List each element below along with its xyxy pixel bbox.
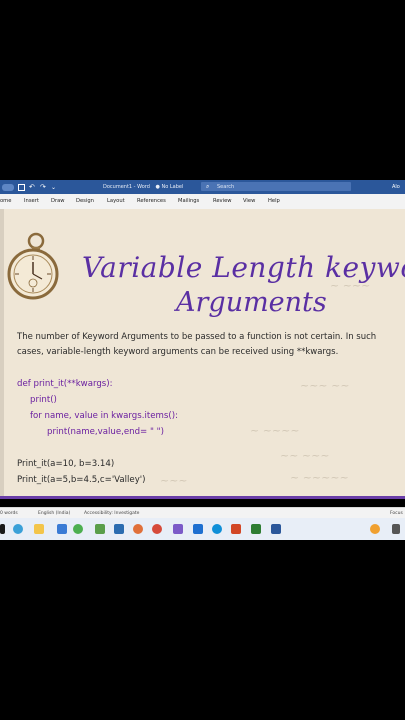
code-line: def print_it(**kwargs): [17, 379, 113, 389]
customize-toolbar-icon[interactable]: ⌄ [51, 184, 58, 191]
pocket-watch-icon [7, 232, 59, 300]
user-name[interactable]: Alo [392, 184, 400, 190]
background-script: ~~~ [160, 474, 188, 487]
accessibility-status[interactable]: Accessibility: Investigate [84, 511, 139, 516]
document-title: Document1 - Word ● No Label [103, 184, 184, 190]
code-call-line: Print_it(a=10, b=3.14) [17, 459, 115, 469]
copilot-icon[interactable] [13, 524, 23, 534]
edge-icon[interactable] [212, 524, 222, 534]
powerpoint-icon[interactable] [231, 524, 241, 534]
tab-draw[interactable]: Draw [51, 198, 65, 204]
tab-design[interactable]: Design [76, 198, 94, 204]
app-icon[interactable] [251, 524, 261, 534]
file-explorer-icon[interactable] [34, 524, 44, 534]
tab-references[interactable]: References [137, 198, 166, 204]
sensitivity-label[interactable]: ● No Label [156, 184, 184, 190]
app-icon[interactable] [133, 524, 143, 534]
app-icon[interactable] [173, 524, 183, 534]
tab-insert[interactable]: Insert [24, 198, 39, 204]
search-placeholder: Search [217, 184, 235, 190]
tab-help[interactable]: Help [268, 198, 280, 204]
chrome-icon[interactable] [152, 524, 162, 534]
slide-footer-rule [0, 496, 405, 499]
slide-title-line1: Variable Length keyword [82, 251, 405, 284]
code-call-line: Print_it(a=5,b=4.5,c='Valley') [17, 475, 146, 485]
background-script: ~~~ ~~ [300, 379, 350, 392]
document-canvas[interactable]: ~ ~~~ ~~~ ~~ ~ ~~~~ ~~ ~~~ ~ ~~~~~ ~~~ V… [0, 209, 405, 499]
windows-taskbar [0, 518, 405, 540]
system-tray-icon[interactable] [392, 524, 400, 534]
code-line: print(name,value,end= " ") [47, 427, 164, 437]
app-icon[interactable] [114, 524, 124, 534]
background-script: ~ ~~~~~ [290, 471, 349, 484]
app-icon[interactable] [95, 524, 105, 534]
ribbon-tabs: ome Insert Draw Design Layout References… [0, 194, 405, 210]
code-line: print() [30, 395, 57, 405]
word-title-bar: ↶ ↷ ⌄ Document1 - Word ● No Label ⌕ Sear… [0, 180, 405, 194]
tab-home[interactable]: ome [0, 198, 11, 204]
tab-review[interactable]: Review [213, 198, 232, 204]
background-script: ~~ ~~~ [280, 449, 330, 462]
slide-title-line2: Arguments [176, 287, 327, 318]
word-count[interactable]: 0 words [0, 511, 18, 516]
search-icon: ⌕ [206, 183, 210, 190]
search-box[interactable]: ⌕ Search [201, 182, 351, 191]
tab-mailings[interactable]: Mailings [178, 198, 199, 204]
search-icon[interactable] [0, 524, 5, 534]
tab-layout[interactable]: Layout [107, 198, 125, 204]
outlook-icon[interactable] [193, 524, 203, 534]
app-icon[interactable] [57, 524, 67, 534]
redo-icon[interactable]: ↷ [40, 183, 47, 191]
word-icon[interactable] [271, 524, 281, 534]
focus-mode-button[interactable]: Focus [390, 511, 403, 516]
code-line: for name, value in kwargs.items(): [30, 411, 178, 421]
app-icon[interactable] [73, 524, 83, 534]
quick-access-toolbar: ↶ ↷ ⌄ [2, 183, 58, 191]
notification-icon[interactable] [370, 524, 380, 534]
autosave-toggle-icon[interactable] [2, 183, 14, 191]
tab-view[interactable]: View [243, 198, 255, 204]
slide-description: The number of Keyword Arguments to be pa… [17, 332, 377, 357]
undo-icon[interactable]: ↶ [29, 183, 36, 191]
save-icon[interactable] [18, 183, 25, 191]
background-script: ~ ~~~~ [250, 424, 300, 437]
language-indicator[interactable]: English (India) [38, 511, 70, 516]
